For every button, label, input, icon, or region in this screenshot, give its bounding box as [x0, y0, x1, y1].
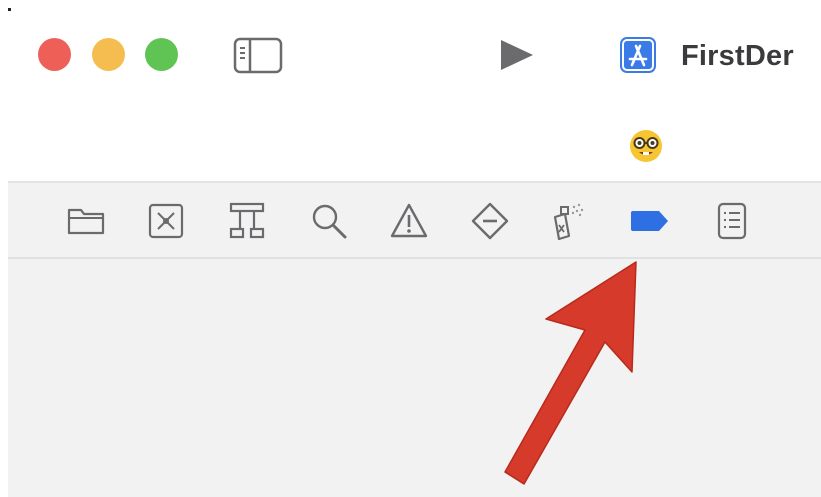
tab-issue-navigator[interactable]	[389, 201, 429, 241]
tab-test-navigator[interactable]	[470, 201, 510, 241]
scheme-name[interactable]: FirstDer	[681, 37, 794, 75]
spray-bottle-icon	[553, 203, 584, 241]
folder-icon	[67, 208, 105, 235]
diamond-minus-icon	[471, 202, 509, 240]
window-toolbar: FirstDer	[0, 0, 821, 181]
navigator-pane	[8, 181, 821, 497]
source-control-icon	[148, 203, 184, 239]
warning-icon	[390, 203, 428, 238]
navigator-content	[8, 259, 821, 497]
close-window-button[interactable]	[38, 38, 71, 71]
magnifier-icon	[312, 204, 347, 239]
nerd-face-icon	[628, 128, 664, 164]
list-icon	[717, 202, 747, 240]
tab-breakpoint-navigator[interactable]	[629, 201, 669, 241]
run-button[interactable]	[497, 38, 537, 72]
minimize-window-button[interactable]	[92, 38, 125, 71]
tab-report-navigator[interactable]	[711, 201, 751, 241]
tab-find-navigator[interactable]	[309, 201, 349, 241]
tab-symbol-navigator[interactable]	[227, 201, 267, 241]
play-icon	[501, 40, 533, 70]
sidebar-icon	[233, 37, 283, 74]
breakpoint-tag-icon	[631, 211, 668, 231]
sidebar-toggle-button[interactable]	[233, 37, 283, 74]
zoom-window-button[interactable]	[145, 38, 178, 71]
tab-source-control-navigator[interactable]	[146, 201, 186, 241]
hierarchy-icon	[229, 202, 265, 239]
tab-debug-navigator[interactable]	[549, 201, 589, 241]
app-store-icon[interactable]	[619, 36, 657, 74]
tab-project-navigator[interactable]	[66, 201, 106, 241]
corner-mark	[8, 8, 11, 11]
navigator-tab-bar	[8, 183, 821, 259]
